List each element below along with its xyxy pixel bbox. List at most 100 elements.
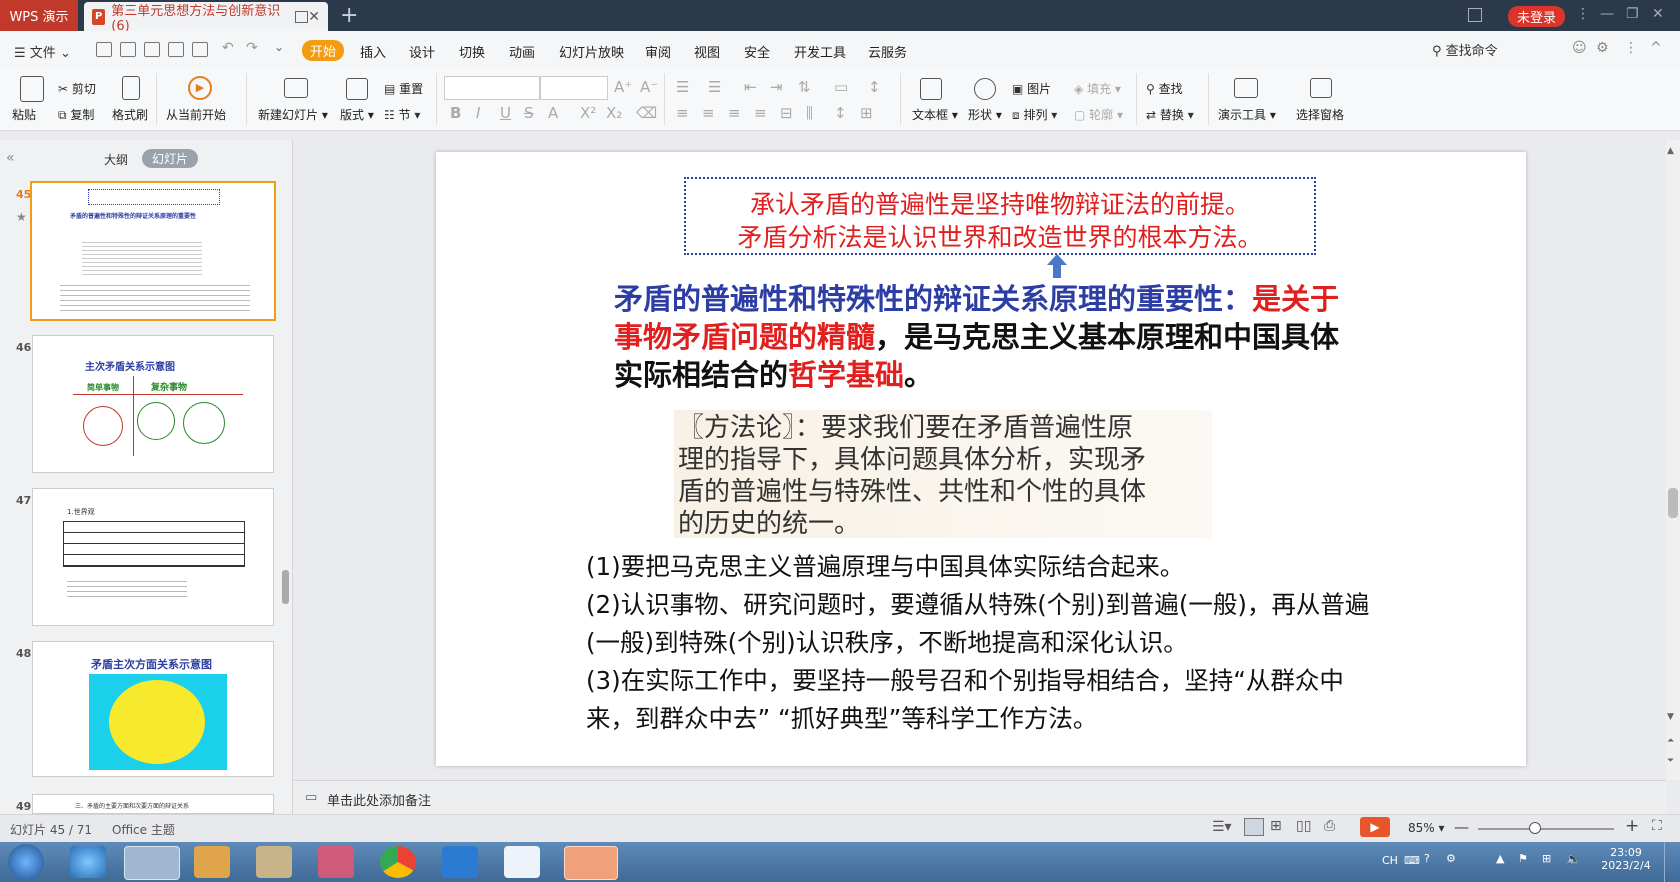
menu-animation[interactable]: 动画 <box>509 42 535 61</box>
collapse-panel-icon[interactable]: « <box>6 150 15 166</box>
action-center-icon[interactable]: ⊞ <box>1542 852 1551 865</box>
vscode-icon[interactable] <box>442 846 478 878</box>
bold-icon[interactable]: B <box>450 104 461 122</box>
wps-presentation-taskbar-icon[interactable] <box>564 846 618 880</box>
editor-scrollbar[interactable]: ▲ ▼ ⏶ ⏷ <box>1666 140 1680 780</box>
strikethrough-icon[interactable]: S <box>524 104 534 122</box>
shape-button[interactable]: 形状 ▾ <box>962 74 1006 126</box>
keyboard-icon[interactable]: ⌨ <box>1404 854 1420 867</box>
menu-insert[interactable]: 插入 <box>360 42 386 61</box>
wps-app-tab[interactable]: WPS 演示 <box>0 0 78 31</box>
print-preview-icon[interactable] <box>192 42 208 57</box>
slide-canvas[interactable]: 承认矛盾的普遍性是坚持唯物辩证法的前提。 矛盾分析法是认识世界和改造世界的根本方… <box>436 152 1526 766</box>
volume-icon[interactable]: 🔈 <box>1566 852 1581 866</box>
save-icon[interactable] <box>120 42 136 57</box>
maximize-icon[interactable]: ❐ <box>1626 6 1639 22</box>
premise-textbox[interactable]: 承认矛盾的普遍性是坚持唯物辩证法的前提。 矛盾分析法是认识世界和改造世界的根本方… <box>684 177 1316 255</box>
paint-icon[interactable] <box>256 846 292 878</box>
new-tab-button[interactable]: + <box>340 3 358 28</box>
play-slideshow-button[interactable]: ▶ <box>1360 817 1390 837</box>
login-button[interactable]: 未登录 <box>1508 6 1566 27</box>
internet-explorer-icon[interactable] <box>70 846 106 878</box>
reset-button[interactable]: ▤ 重置 <box>384 80 423 97</box>
zoom-dropdown[interactable]: 85% ▾ <box>1408 821 1445 835</box>
print-icon[interactable] <box>168 42 184 57</box>
align-left-icon[interactable]: ≡ <box>676 104 689 122</box>
close-window-icon[interactable]: ✕ <box>1652 6 1664 22</box>
decrease-indent-icon[interactable]: ⇤ <box>744 78 757 96</box>
increase-indent-icon[interactable]: ⇥ <box>770 78 783 96</box>
subscript-icon[interactable]: X₂ <box>606 104 622 122</box>
notes-toggle-icon[interactable]: ☰▾ <box>1212 819 1232 835</box>
drawing-app-icon[interactable] <box>318 846 354 878</box>
section-button[interactable]: ☷ 节 ▾ <box>384 106 420 123</box>
close-tab-icon[interactable]: ✕ <box>308 9 320 25</box>
show-hidden-icons[interactable]: ▲ <box>1496 852 1504 865</box>
bullet-list-icon[interactable]: ☰ <box>676 78 689 96</box>
align-right-icon[interactable]: ≡ <box>728 104 741 122</box>
export-pdf-icon[interactable] <box>144 42 160 57</box>
font-size-combo[interactable] <box>540 76 608 100</box>
minimize-icon[interactable]: — <box>1600 6 1614 22</box>
more-icon[interactable]: ⋮ <box>1624 40 1638 56</box>
scroll-thumb[interactable] <box>1668 488 1678 518</box>
menu-cloud[interactable]: 云服务 <box>868 42 907 61</box>
input-language[interactable]: CH <box>1382 854 1398 867</box>
italic-icon[interactable]: I <box>476 104 480 122</box>
distribute-icon[interactable]: ⊟ <box>780 104 793 122</box>
layout-button[interactable]: 版式 ▾ <box>340 74 380 126</box>
selection-pane-button[interactable]: 选择窗格 <box>1294 74 1350 126</box>
menu-security[interactable]: 安全 <box>744 42 770 61</box>
slide-thumbnail-46[interactable]: 主次矛盾关系示意图 简单事物 复杂事物 <box>32 335 274 473</box>
notes-pane[interactable]: ▭ 单击此处添加备注 <box>293 780 1666 815</box>
columns-icon[interactable]: ⫼ <box>806 104 813 122</box>
open-icon[interactable] <box>96 42 112 57</box>
grow-font-icon[interactable]: A⁺ <box>614 78 632 96</box>
format-painter-button[interactable]: 格式刷 <box>112 74 152 126</box>
cut-button[interactable]: ✂ 剪切 <box>58 80 96 97</box>
para-spacing-icon[interactable]: ↕ <box>834 104 847 122</box>
ime-settings-icon[interactable]: ⚙ <box>1446 852 1456 865</box>
copy-button[interactable]: ⧉ 复制 <box>58 106 94 123</box>
fill-button[interactable]: ◈ 填充 ▾ <box>1074 80 1121 97</box>
textbox-button[interactable]: 文本框 ▾ <box>908 74 958 126</box>
align-center-icon[interactable]: ≡ <box>702 104 715 122</box>
menu-view[interactable]: 视图 <box>694 42 720 61</box>
baidu-netdisk-icon[interactable] <box>504 846 540 878</box>
text-direction-icon[interactable]: ⇅ <box>798 78 811 96</box>
skin-icon[interactable] <box>1468 8 1482 22</box>
replace-button[interactable]: ⇄ 替换 ▾ <box>1146 106 1194 123</box>
new-slide-button[interactable]: 新建幻灯片 ▾ <box>256 74 336 126</box>
clear-format-icon[interactable]: ⌫ <box>636 104 657 122</box>
zoom-slider[interactable] <box>1478 828 1614 830</box>
slide-sorter-icon[interactable]: ⊞ <box>1270 818 1282 834</box>
superscript-icon[interactable]: X² <box>580 104 596 122</box>
menu-slideshow[interactable]: 幻灯片放映 <box>559 42 624 61</box>
zoom-in-icon[interactable]: + <box>1625 816 1639 836</box>
settings-menu-icon[interactable]: ⋮ <box>1576 6 1590 22</box>
quick-access-dropdown-icon[interactable]: ⌄ <box>274 40 284 54</box>
font-name-combo[interactable] <box>444 76 540 100</box>
picture-button[interactable]: ▣ 图片 <box>1012 80 1051 97</box>
menu-home[interactable]: 开始 <box>302 40 345 61</box>
arrange-button[interactable]: ⧈ 排列 ▾ <box>1012 106 1057 123</box>
numbered-list-icon[interactable]: ☰ <box>708 78 721 96</box>
prev-slide-icon[interactable]: ⏶ <box>1667 736 1674 746</box>
scroll-up-icon[interactable]: ▲ <box>1667 146 1674 156</box>
tab-slides[interactable]: 幻灯片 <box>142 149 199 168</box>
find-button[interactable]: ⚲ 查找 <box>1146 80 1183 97</box>
gear-icon[interactable]: ⚙ <box>1596 40 1609 56</box>
chrome-icon[interactable] <box>380 846 416 878</box>
slide-thumbnail-48[interactable]: 矛盾主次方面关系示意图 <box>32 641 274 777</box>
normal-view-icon[interactable] <box>1244 818 1264 836</box>
menu-review[interactable]: 审阅 <box>645 42 671 61</box>
feedback-icon[interactable]: ☺ <box>1572 40 1587 56</box>
reading-view-icon[interactable]: ▯▯ <box>1296 818 1311 834</box>
media-player-icon[interactable] <box>194 846 230 878</box>
window-mode-icon[interactable] <box>294 10 309 23</box>
slide-thumbnail-45[interactable]: 矛盾的普遍性和特殊性的辩证关系原理的重要性 <box>30 181 276 321</box>
justify-icon[interactable]: ≡ <box>754 104 767 122</box>
tab-outline[interactable]: 大纲 <box>104 151 128 168</box>
scroll-down-icon[interactable]: ▼ <box>1667 712 1674 722</box>
menu-transition[interactable]: 切换 <box>459 42 485 61</box>
